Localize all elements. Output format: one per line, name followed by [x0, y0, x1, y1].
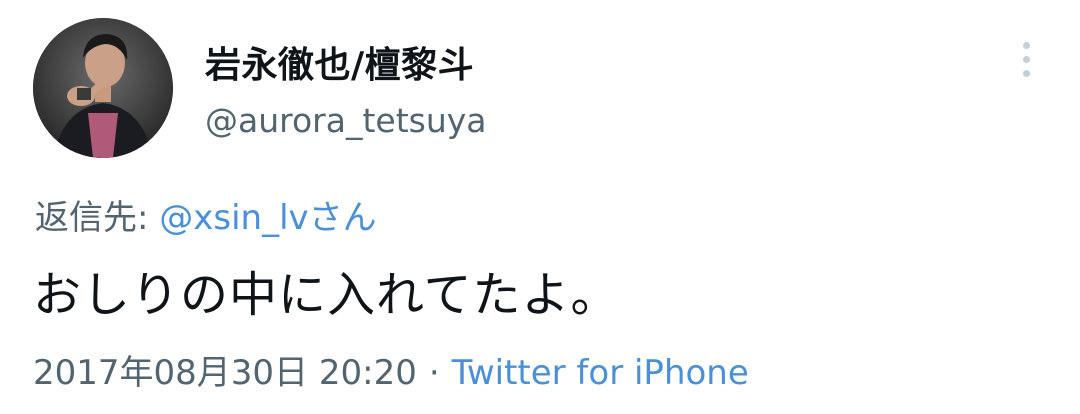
display-name[interactable]: 岩永徹也/檀黎斗 [205, 36, 474, 88]
meta-separator: · [428, 353, 440, 393]
timestamp[interactable]: 2017年08月30日 20:20 [33, 353, 417, 393]
more-options-button[interactable] [1012, 40, 1042, 80]
reply-context: 返信先: @xsin_lvさん [35, 190, 377, 239]
user-handle[interactable]: @aurora_tetsuya [205, 101, 487, 140]
more-dot-icon [1023, 42, 1030, 49]
source-link[interactable]: Twitter for iPhone [452, 353, 749, 393]
tweet-text: おしりの中に入れてたよ。 [33, 267, 620, 323]
more-dot-icon [1023, 56, 1030, 63]
profile-photo-icon [33, 18, 173, 158]
avatar[interactable] [33, 18, 173, 158]
reply-mention-link[interactable]: @xsin_lvさん [159, 198, 376, 238]
reply-prefix: 返信先: [35, 198, 160, 238]
tweet-card: 岩永徹也/檀黎斗 @aurora_tetsuya 返信先: @xsin_lvさん… [0, 0, 1080, 414]
more-dot-icon [1023, 70, 1030, 77]
tweet-meta: 2017年08月30日 20:20 · Twitter for iPhone [33, 345, 749, 394]
